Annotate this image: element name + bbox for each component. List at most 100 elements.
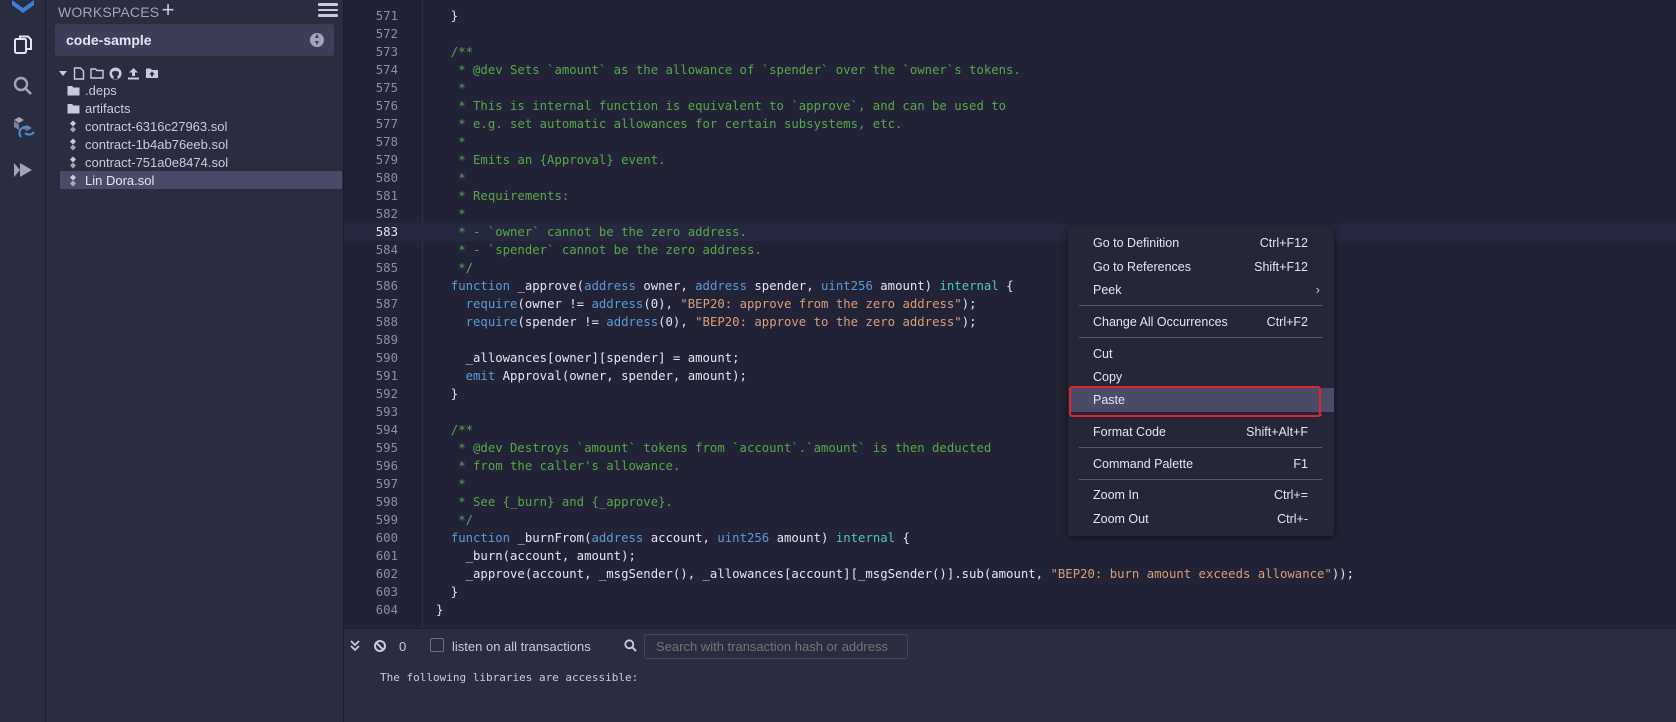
remix-logo-icon[interactable] bbox=[10, 0, 36, 18]
code-line[interactable]: 573 /** bbox=[344, 43, 1676, 61]
listen-all-label: listen on all transactions bbox=[452, 639, 591, 654]
code-lines[interactable]: 571 } 572 573 /** 574 * @dev Sets `amount` … bbox=[344, 7, 1676, 619]
line-number: 583 bbox=[375, 225, 398, 239]
menu-go-to-references[interactable]: Go to References Shift+F12 bbox=[1068, 255, 1334, 279]
code-line[interactable]: 602 _approve(account, _msgSender(), _all… bbox=[344, 565, 1676, 583]
tree-item-contract-6316c27963[interactable]: contract-6316c27963.sol bbox=[60, 117, 342, 135]
line-number: 599 bbox=[375, 513, 398, 527]
code-line[interactable]: 593 bbox=[344, 403, 1676, 421]
menu-peek[interactable]: Peek › bbox=[1068, 278, 1334, 302]
deploy-run-icon[interactable] bbox=[10, 157, 36, 183]
upload-icon[interactable] bbox=[127, 67, 140, 80]
code-line[interactable]: 586 function _approve(address owner, add… bbox=[344, 277, 1676, 295]
folder-icon bbox=[66, 85, 80, 96]
icon-rail bbox=[0, 0, 46, 722]
code-line[interactable]: 591 emit Approval(owner, spender, amount… bbox=[344, 367, 1676, 385]
code-line[interactable]: 597 * bbox=[344, 475, 1676, 493]
workspace-menu-icon[interactable] bbox=[318, 3, 338, 19]
line-text: * This is internal function is equivalen… bbox=[436, 99, 1007, 113]
code-line[interactable]: 598 * See {_burn} and {_approve}. bbox=[344, 493, 1676, 511]
collapse-caret-icon[interactable] bbox=[58, 68, 68, 78]
line-number: 593 bbox=[375, 405, 398, 419]
code-line[interactable]: 600 function _burnFrom(address account, … bbox=[344, 529, 1676, 547]
code-editor[interactable]: 571 } 572 573 /** 574 * @dev Sets `amount` … bbox=[344, 0, 1676, 628]
solidity-compiler-icon[interactable] bbox=[10, 116, 36, 142]
line-text: * Emits an {Approval} event. bbox=[436, 153, 666, 167]
code-line[interactable]: 583 * - `owner` cannot be the zero addre… bbox=[344, 223, 1676, 241]
create-workspace-icon[interactable]: + bbox=[158, 0, 178, 21]
line-text: } bbox=[436, 387, 459, 401]
tree-item-contract-751a0e8474[interactable]: contract-751a0e8474.sol bbox=[60, 153, 342, 171]
code-line[interactable]: 604} bbox=[344, 601, 1676, 619]
code-line[interactable]: 578 * bbox=[344, 133, 1676, 151]
menu-zoom-out[interactable]: Zoom Out Ctrl+- bbox=[1068, 507, 1334, 531]
upload-folder-icon[interactable] bbox=[145, 67, 159, 79]
menu-zoom-in[interactable]: Zoom In Ctrl+= bbox=[1068, 483, 1334, 507]
tree-item-lin-dora[interactable]: Lin Dora.sol bbox=[60, 171, 342, 189]
file-tree: .deps artifacts contract-6316c27963.sol … bbox=[60, 81, 342, 189]
line-text: * See {_burn} and {_approve}. bbox=[436, 495, 673, 509]
code-line[interactable]: 571 } bbox=[344, 7, 1676, 25]
solidity-file-icon bbox=[66, 120, 80, 133]
code-line[interactable]: 588 require(spender != address(0), "BEP2… bbox=[344, 313, 1676, 331]
tree-item-artifacts[interactable]: artifacts bbox=[60, 99, 342, 117]
line-number: 592 bbox=[375, 387, 398, 401]
line-number: 586 bbox=[375, 279, 398, 293]
line-number: 595 bbox=[375, 441, 398, 455]
menu-go-to-definition[interactable]: Go to Definition Ctrl+F12 bbox=[1068, 231, 1334, 255]
code-line[interactable]: 599 */ bbox=[344, 511, 1676, 529]
new-folder-icon[interactable] bbox=[90, 67, 104, 79]
folder-icon bbox=[66, 103, 80, 114]
file-explorer-icon[interactable] bbox=[10, 32, 36, 58]
tree-item-deps[interactable]: .deps bbox=[60, 81, 342, 99]
terminal-panel: 0 listen on all transactions The followi… bbox=[344, 628, 1676, 722]
code-line[interactable]: 595 * @dev Destroys `amount` tokens from… bbox=[344, 439, 1676, 457]
code-line[interactable]: 585 */ bbox=[344, 259, 1676, 277]
code-line[interactable]: 594 /** bbox=[344, 421, 1676, 439]
code-line[interactable]: 572 bbox=[344, 25, 1676, 43]
listen-all-checkbox[interactable] bbox=[430, 638, 444, 652]
code-line[interactable]: 579 * Emits an {Approval} event. bbox=[344, 151, 1676, 169]
code-line[interactable]: 590 _allowances[owner][spender] = amount… bbox=[344, 349, 1676, 367]
search-icon[interactable] bbox=[10, 73, 36, 99]
annotation-highlight-box bbox=[1069, 386, 1321, 417]
code-line[interactable]: 601 _burn(account, amount); bbox=[344, 547, 1676, 565]
tree-item-label: contract-6316c27963.sol bbox=[85, 118, 228, 134]
code-line[interactable]: 577 * e.g. set automatic allowances for … bbox=[344, 115, 1676, 133]
menu-command-palette[interactable]: Command Palette F1 bbox=[1068, 452, 1334, 476]
code-line[interactable]: 580 * bbox=[344, 169, 1676, 187]
line-number: 580 bbox=[375, 171, 398, 185]
line-number: 576 bbox=[375, 99, 398, 113]
new-file-icon[interactable] bbox=[73, 66, 85, 80]
workspace-select[interactable]: code-sample ▲ ▼ bbox=[55, 24, 334, 56]
line-number: 572 bbox=[375, 27, 398, 41]
code-line[interactable]: 587 require(owner != address(0), "BEP20:… bbox=[344, 295, 1676, 313]
transaction-search-input[interactable] bbox=[644, 634, 908, 659]
code-line[interactable]: 582 * bbox=[344, 205, 1676, 223]
clear-console-icon[interactable] bbox=[374, 640, 386, 652]
line-number: 600 bbox=[375, 531, 398, 545]
chevron-double-down-icon[interactable] bbox=[350, 640, 360, 655]
code-line[interactable]: 592 } bbox=[344, 385, 1676, 403]
tree-item-label: contract-1b4ab76eeb.sol bbox=[85, 136, 229, 152]
line-number: 571 bbox=[375, 9, 398, 23]
menu-change-all-occurrences[interactable]: Change All Occurrences Ctrl+F2 bbox=[1068, 310, 1334, 334]
code-line[interactable]: 574 * @dev Sets `amount` as the allowanc… bbox=[344, 61, 1676, 79]
code-line[interactable]: 576 * This is internal function is equiv… bbox=[344, 97, 1676, 115]
tree-item-label: Lin Dora.sol bbox=[85, 172, 155, 188]
code-line[interactable]: 603 } bbox=[344, 583, 1676, 601]
line-text: } bbox=[436, 9, 459, 23]
code-line[interactable]: 581 * Requirements: bbox=[344, 187, 1676, 205]
github-icon[interactable] bbox=[109, 67, 122, 80]
line-number: 585 bbox=[375, 261, 398, 275]
menu-format-code[interactable]: Format Code Shift+Alt+F bbox=[1068, 420, 1334, 444]
menu-cut[interactable]: Cut bbox=[1068, 342, 1334, 366]
code-line[interactable]: 589 bbox=[344, 331, 1676, 349]
tree-item-contract-1b4ab76eeb[interactable]: contract-1b4ab76eeb.sol bbox=[60, 135, 342, 153]
line-text: _approve(account, _msgSender(), _allowan… bbox=[436, 567, 1355, 581]
tree-item-label: artifacts bbox=[85, 100, 131, 116]
solidity-file-icon bbox=[66, 174, 80, 187]
code-line[interactable]: 584 * - `spender` cannot be the zero add… bbox=[344, 241, 1676, 259]
code-line[interactable]: 575 * bbox=[344, 79, 1676, 97]
code-line[interactable]: 596 * from the caller's allowance. bbox=[344, 457, 1676, 475]
